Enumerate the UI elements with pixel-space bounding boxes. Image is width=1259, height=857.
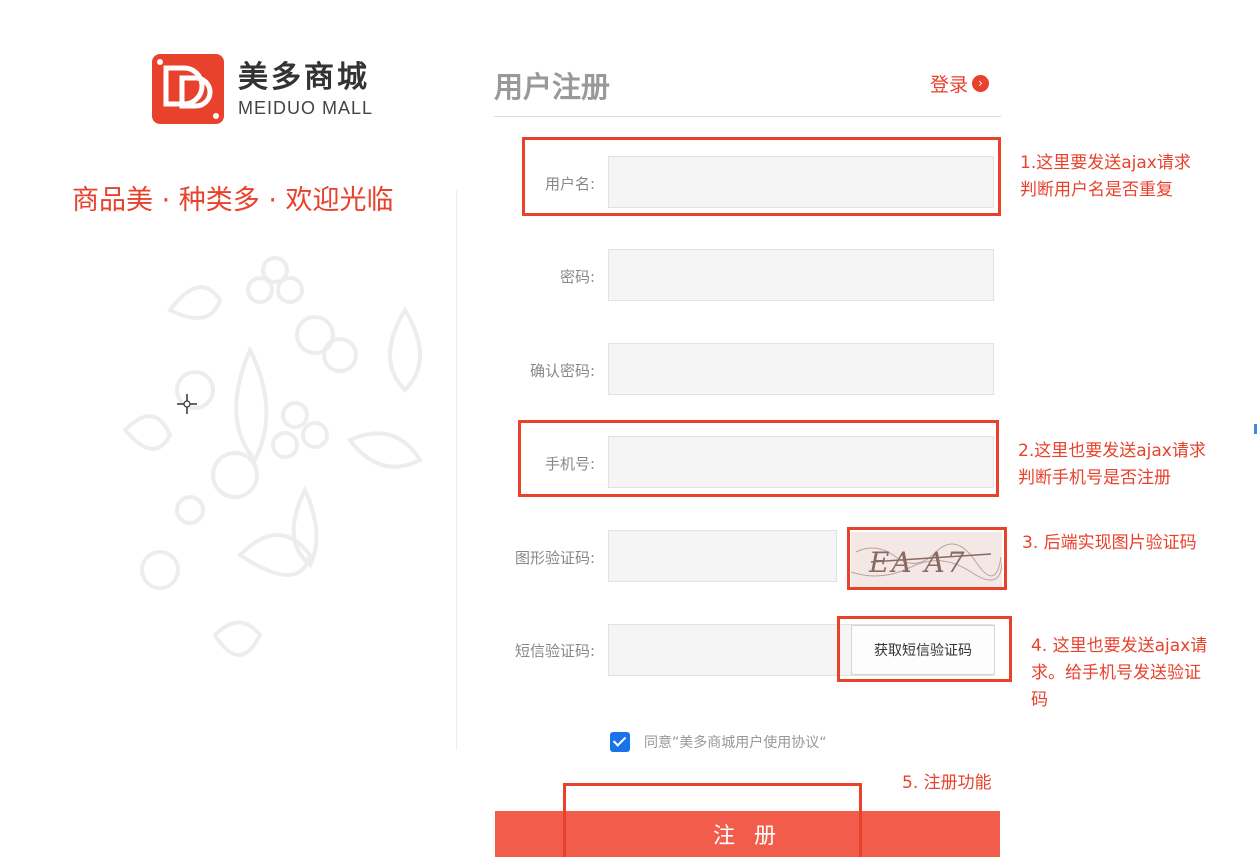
note-1-line-2: 判断用户名是否重复: [1020, 180, 1173, 200]
brand-name-en: MEIDUO MALL: [238, 98, 374, 118]
note-2-line-1: 2.这里也要发送ajax请求: [1018, 441, 1206, 461]
checkbox-checked-icon[interactable]: [610, 732, 630, 752]
annotation-box-submit: [563, 783, 862, 857]
logo-dd-icon: [152, 54, 224, 124]
annotation-note-3: 3. 后端实现图片验证码: [1022, 530, 1197, 557]
title-divider: [494, 116, 1001, 117]
note-4-line-2: 求。给手机号发送验证: [1031, 663, 1201, 683]
agreement-row: 同意”美多商城用户使用协议“: [610, 732, 827, 752]
note-4-line-3: 码: [1031, 690, 1048, 710]
crosshair-cursor-icon: [177, 394, 197, 414]
slogan: 商品美 · 种类多 · 欢迎光临: [72, 185, 394, 216]
confirm-password-input[interactable]: [608, 343, 994, 395]
note-5-line-1: 5. 注册功能: [902, 773, 992, 793]
logo: 美多商城 MEIDUO MALL: [152, 54, 373, 124]
login-link[interactable]: 登录 ›: [930, 70, 990, 97]
annotation-note-4: 4. 这里也要发送ajax请 求。给手机号发送验证 码: [1031, 633, 1207, 714]
agreement-text: 同意”美多商城用户使用协议“: [644, 735, 827, 751]
annotation-note-1: 1.这里要发送ajax请求 判断用户名是否重复: [1020, 150, 1191, 204]
image-code-label: 图形验证码:: [514, 549, 595, 567]
login-link-label[interactable]: 登录: [930, 70, 968, 97]
column-divider: [456, 190, 457, 750]
note-2-line-2: 判断手机号是否注册: [1018, 468, 1171, 488]
brand-name: 美多商城: [238, 60, 370, 95]
annotation-box-captcha: [847, 527, 1007, 590]
register-page: 美多商城 MEIDUO MALL 商品美 · 种类多 · 欢迎光临 用户注册 登…: [0, 0, 1259, 857]
annotation-box-sms: [837, 616, 1012, 682]
window-edge-marker: [1254, 424, 1257, 434]
image-code-input[interactable]: [608, 530, 837, 582]
annotation-box-mobile: [518, 420, 999, 497]
confirm-password-label: 确认密码:: [529, 362, 595, 380]
annotation-box-username: [522, 137, 1001, 216]
food-decoration-icon: [122, 256, 423, 657]
page-title: 用户注册: [494, 70, 611, 104]
sms-code-label: 短信验证码:: [514, 642, 595, 660]
annotation-note-2: 2.这里也要发送ajax请求 判断手机号是否注册: [1018, 438, 1206, 492]
note-3-line-1: 3. 后端实现图片验证码: [1022, 533, 1197, 553]
note-4-line-1: 4. 这里也要发送ajax请: [1031, 636, 1208, 656]
chevron-right-icon[interactable]: ›: [972, 75, 990, 92]
note-1-line-1: 1.这里要发送ajax请求: [1020, 153, 1191, 173]
password-input[interactable]: [608, 249, 994, 301]
password-label: 密码:: [559, 268, 595, 286]
annotation-note-5: 5. 注册功能: [902, 770, 992, 797]
